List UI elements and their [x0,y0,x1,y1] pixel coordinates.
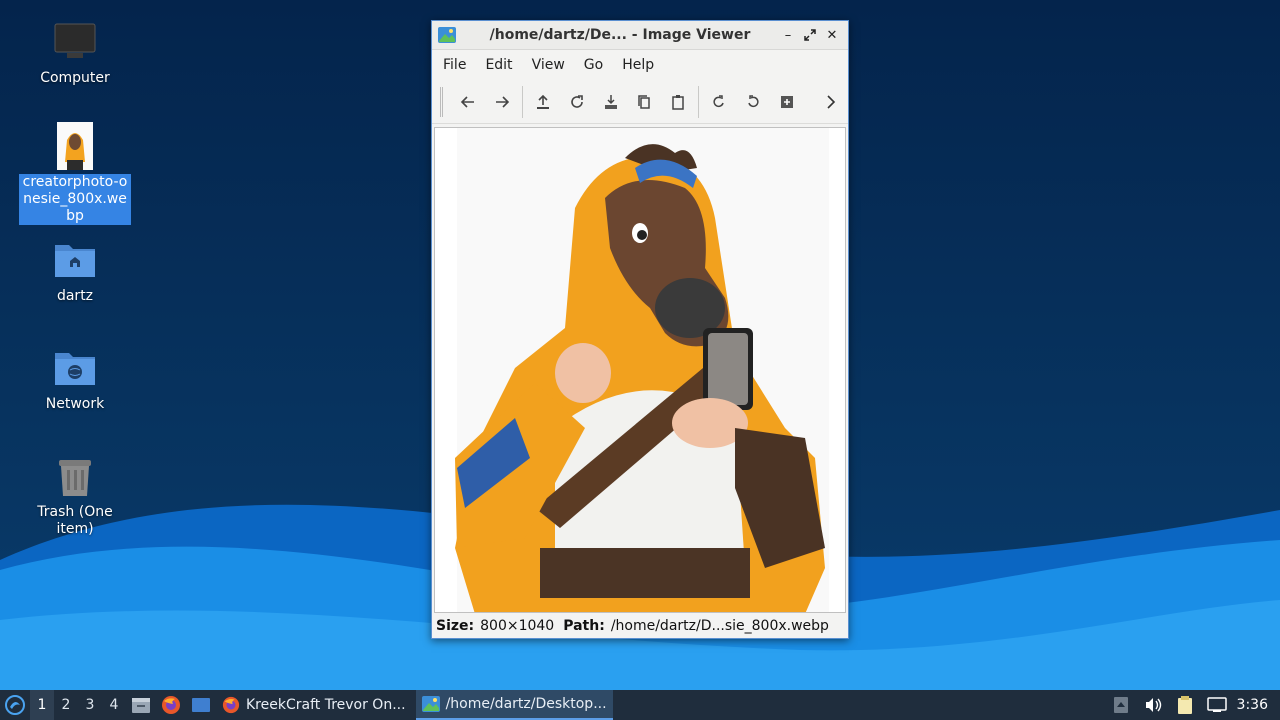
image-file-icon [51,122,99,170]
copy-icon [638,94,651,109]
desktop-icon-label: Network [45,396,105,412]
clipboard-button[interactable] [1169,690,1201,720]
menubar: File Edit View Go Help [432,50,848,80]
zoom-in-icon [781,95,794,108]
volume-icon [1145,698,1161,712]
path-value: /home/dartz/D...sie_800x.webp [610,618,829,634]
arrow-right-icon [495,95,509,108]
arrow-left-icon [460,95,474,108]
displayed-photo [435,128,845,612]
file-manager-launcher[interactable] [126,690,156,720]
window-title: /home/dartz/De... - Image Viewer [489,27,751,43]
workspace-2[interactable]: 2 [54,690,78,720]
close-icon: ✕ [826,27,838,43]
desktop-icon-label: creatorphoto-onesie_800x.webp [19,174,131,225]
toolbar-separator [521,85,523,118]
workspace-4[interactable]: 4 [102,690,126,720]
open-button[interactable] [526,87,560,117]
minimize-icon: – [784,27,792,43]
path-label: Path: [563,618,605,634]
size-label: Size: [436,618,475,634]
network-folder-icon [51,344,99,392]
desktop-icon [192,698,210,712]
image-viewer-window: /home/dartz/De... - Image Viewer – ✕ Fil… [431,20,849,639]
clock[interactable]: 3:36 [1233,697,1280,713]
desktop-icon-image-file[interactable]: creatorphoto-onesie_800x.webp [19,122,131,225]
toolbar-separator [698,85,700,118]
next-button[interactable] [485,87,519,117]
clipboard-icon [1177,696,1192,714]
desktop-icon-trash[interactable]: Trash (One item) [19,452,131,538]
toolbar-overflow-button[interactable] [814,87,848,117]
image-viewer-icon [438,27,456,43]
toolbar [432,80,848,124]
volume-button[interactable] [1137,690,1169,720]
menu-help[interactable]: Help [615,57,661,73]
menu-go[interactable]: Go [577,57,610,73]
window-titlebar[interactable]: /home/dartz/De... - Image Viewer – ✕ [432,21,848,50]
maximize-icon [804,29,816,41]
computer-icon [51,18,99,66]
trash-icon [51,452,99,500]
firefox-icon [162,696,180,714]
menu-view[interactable]: View [525,57,572,73]
task-label: /home/dartz/Desktop... [445,696,607,712]
lubuntu-logo-icon [5,695,25,715]
chevron-right-icon [827,94,836,109]
reload-icon [570,94,583,108]
save-icon [604,94,617,109]
firefox-icon [222,696,242,714]
workspace-1[interactable]: 1 [30,690,54,720]
network-wired-icon [1206,697,1227,712]
workspace-3[interactable]: 3 [78,690,102,720]
close-button[interactable]: ✕ [822,25,842,45]
statusbar: Size: 800×1040 Path: /home/dartz/D...sie… [432,614,848,638]
menu-file[interactable]: File [436,57,473,73]
paste-button[interactable] [661,87,695,117]
previous-button[interactable] [451,87,485,117]
task-label: KreekCraft Trevor On... [246,697,406,713]
rotate-counterclockwise-icon [748,94,759,107]
firefox-launcher[interactable] [156,690,186,720]
network-button[interactable] [1201,690,1233,720]
minimize-button[interactable]: – [778,25,798,45]
desktop-icon-computer[interactable]: Computer [19,18,131,87]
desktop-icon-home-folder[interactable]: dartz [19,236,131,305]
copy-button[interactable] [628,87,662,117]
zoom-fit-button[interactable] [770,87,804,117]
task-image-viewer[interactable]: /home/dartz/Desktop... [415,690,613,720]
menu-edit[interactable]: Edit [478,57,519,73]
upload-icon [536,94,549,109]
size-value: 800×1040 [480,618,555,634]
image-viewer-icon [421,695,442,713]
task-firefox[interactable]: KreekCraft Trevor On... [216,690,412,720]
desktop-icon-network[interactable]: Network [19,344,131,413]
paste-icon [672,94,685,110]
desktop-icon-label: dartz [56,288,94,304]
desktop-icon-label: Trash (One item) [37,504,113,537]
reload-button[interactable] [560,87,594,117]
save-button[interactable] [594,87,628,117]
taskbar: 1 2 3 4 KreekCraft Trevor On... /home/da… [0,690,1280,720]
show-desktop-launcher[interactable] [186,690,216,720]
system-tray: 3:36 [1105,690,1280,720]
maximize-button[interactable] [800,25,820,45]
start-menu-button[interactable] [0,690,30,720]
desktop-icon-label: Computer [40,70,110,86]
rotate-clockwise-icon [713,94,725,107]
file-manager-icon [132,698,150,713]
home-folder-icon [51,236,99,284]
rotate-counterclockwise-button[interactable] [736,87,770,117]
tray-update-button[interactable] [1105,690,1137,720]
eject-icon [1113,697,1128,713]
image-canvas[interactable] [434,127,846,613]
toolbar-grip[interactable] [440,86,443,117]
rotate-clockwise-button[interactable] [702,87,736,117]
